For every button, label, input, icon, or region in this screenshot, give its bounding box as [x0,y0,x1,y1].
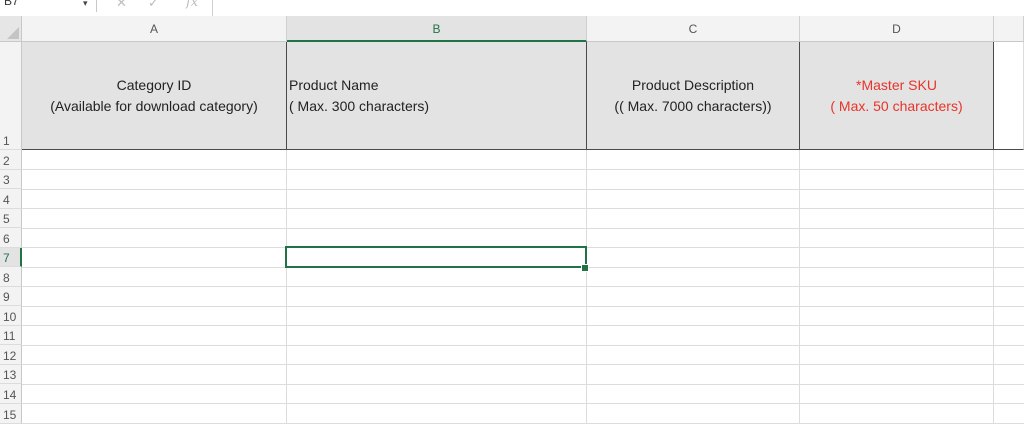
gridline-row [22,345,1024,346]
column-header-d[interactable]: D [800,16,994,42]
cell-b1[interactable]: Product Name ( Max. 300 characters) [287,42,587,150]
gridline-row [22,228,1024,229]
select-all-icon [7,27,19,39]
column-header-c[interactable]: C [587,16,800,42]
row-header-8[interactable]: 8 [0,267,22,287]
row-header-2[interactable]: 2 [0,150,22,170]
row-header-4[interactable]: 4 [0,189,22,209]
row-header-15[interactable]: 15 [0,403,22,424]
confirm-icon[interactable]: ✓ [148,0,159,11]
master-sku-label: *Master SKU [856,76,937,93]
row-header-14[interactable]: 14 [0,384,22,404]
name-box-value: B7 [4,0,19,8]
row-header-13[interactable]: 13 [0,364,22,384]
cell-c1[interactable]: Product Description (( Max. 7000 charact… [587,42,800,150]
formula-bar-divider [212,0,213,16]
cancel-icon[interactable]: ✕ [116,0,127,11]
master-sku-note: ( Max. 50 characters) [830,97,963,114]
row-header-7[interactable]: 7 [0,247,22,267]
cell-area: Category ID (Available for download cate… [22,42,1024,424]
product-description-label: Product Description [631,76,755,93]
row-header-5[interactable]: 5 [0,208,22,228]
spreadsheet-grid: A B C D 1 2 3 4 5 6 7 8 9 10 11 12 13 14… [0,16,1024,424]
cell-d1[interactable]: *Master SKU ( Max. 50 characters) [800,42,994,150]
gridline-row [22,286,1024,287]
column-header-a[interactable]: A [22,16,287,42]
row-header-10[interactable]: 10 [0,306,22,326]
row-header-1[interactable]: 1 [0,42,22,150]
column-header-e[interactable] [994,16,1024,42]
column-header-b[interactable]: B [287,16,587,42]
gridline-row [22,189,1024,190]
selected-cell-b7[interactable] [285,246,587,268]
cell-e1[interactable] [994,42,1024,150]
gridline-row [22,325,1024,326]
row-header-9[interactable]: 9 [0,286,22,306]
category-id-label: Category ID [116,76,192,93]
row-header-11[interactable]: 11 [0,325,22,345]
fx-icon[interactable]: fx [186,0,198,10]
product-description-note: (( Max. 7000 characters)) [614,97,772,114]
row-header-12[interactable]: 12 [0,345,22,365]
formula-bar: B7 ▾ ✕ ✓ fx [0,0,1024,17]
gridline-col-a [286,150,287,424]
gridline-row [22,384,1024,385]
gridline-row [22,403,1024,404]
product-name-label: Product Name [289,76,379,93]
gridline-row [22,169,1024,170]
gridline-col-b [586,150,587,424]
gridline-row [22,306,1024,307]
row-header-6[interactable]: 6 [0,228,22,248]
product-name-note: ( Max. 300 characters) [289,97,430,114]
select-all-corner[interactable] [0,16,22,42]
gridline-col-c [799,150,800,424]
gridline-row [22,208,1024,209]
gridline-row [22,364,1024,365]
name-box[interactable]: B7 ▾ [0,0,97,12]
cell-a1[interactable]: Category ID (Available for download cate… [22,42,287,150]
category-id-note: (Available for download category) [50,97,258,114]
gridline-col-d [993,150,994,424]
fill-handle[interactable] [581,264,589,272]
chevron-down-icon[interactable]: ▾ [83,0,88,10]
row-header-3[interactable]: 3 [0,169,22,189]
